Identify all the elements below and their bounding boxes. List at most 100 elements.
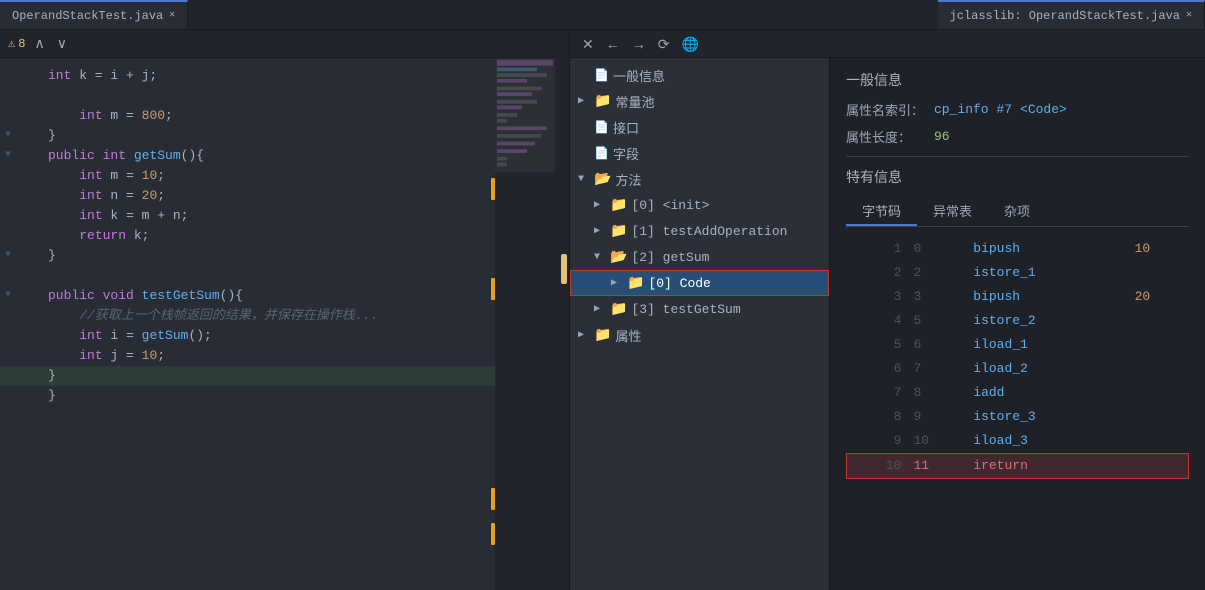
web-button[interactable]: 🌐 — [679, 37, 700, 51]
tab-jclasslib-close[interactable]: ✕ — [1186, 11, 1192, 21]
bc-arg-8 — [1129, 405, 1189, 429]
minimap — [495, 58, 555, 590]
folder-icon-constants: 📁 — [594, 93, 611, 110]
code-line-5: ▼ public int getSum(){ — [0, 146, 495, 166]
bc-row-6: 6 7 iload_2 — [847, 357, 1189, 381]
tab-bar: OperandStackTest.java ✕ jclasslib: Opera… — [0, 0, 1205, 30]
code-line-12: ▼ public void testGetSum(){ — [0, 286, 495, 306]
tree-item-code[interactable]: ▶ 📁 [0] Code — [570, 270, 829, 296]
tree-item-general[interactable]: 📄 一般信息 — [570, 62, 829, 88]
warning-icon: ⚠ — [8, 36, 15, 51]
tab-exception-table[interactable]: 异常表 — [917, 197, 988, 226]
bc-linenum-5: 5 — [847, 333, 908, 357]
bc-arg-5 — [1129, 333, 1189, 357]
bc-row-1: 1 0 bipush 10 — [847, 237, 1189, 261]
jclasslib-body: 📄 一般信息 ▶ 📁 常量池 📄 接口 � — [570, 58, 1205, 590]
bc-instr-9: iload_3 — [967, 429, 1128, 454]
bc-instr-3: bipush — [967, 285, 1128, 309]
tab-editor[interactable]: OperandStackTest.java ✕ — [0, 0, 188, 29]
tree-arrow-testgetsum: ▶ — [594, 303, 606, 315]
info-panel: 一般信息 属性名索引： cp_info #7 <Code> 属性长度： 96 特… — [830, 58, 1205, 590]
attr-len-value: 96 — [934, 129, 950, 144]
bc-arg-1: 10 — [1129, 237, 1189, 261]
tree-arrow-getsum: ▼ — [594, 252, 606, 263]
tab-editor-close[interactable]: ✕ — [169, 11, 175, 21]
code-content-9: return k; — [40, 226, 495, 246]
attr-name-label: 属性名索引： — [846, 100, 926, 119]
main-area: ⚠ 8 ∧ ∨ int k = i + j; int m = 800; — [0, 30, 1205, 590]
tree-label-testaddop: [1] testAddOperation — [631, 224, 787, 239]
code-line-2 — [0, 86, 495, 106]
file-icon-interface: 📄 — [594, 120, 609, 135]
tree-item-init[interactable]: ▶ 📁 [0] <init> — [570, 192, 829, 218]
bc-instr-1: bipush — [967, 237, 1128, 261]
code-line-16: } — [0, 366, 495, 386]
jclasslib-toolbar: ✕ ← → ⟳ 🌐 — [570, 30, 1205, 58]
general-info-title: 一般信息 — [846, 70, 1189, 90]
code-content-15: int j = 10; — [40, 346, 495, 366]
bc-linenum-3: 3 — [847, 285, 908, 309]
folder-icon-testgetsum: 📁 — [610, 301, 627, 318]
bc-row-3: 3 3 bipush 20 — [847, 285, 1189, 309]
attr-name-link[interactable]: <Code> — [1020, 102, 1067, 117]
bc-linenum-2: 2 — [847, 261, 908, 285]
prev-warning-button[interactable]: ∧ — [31, 35, 47, 52]
bc-instr-10: ireturn — [967, 454, 1128, 479]
refresh-button[interactable]: ⟳ — [656, 37, 672, 51]
fold-btn-10[interactable]: ▼ — [0, 246, 16, 266]
back-button[interactable]: ← — [604, 37, 622, 51]
tree-arrow-methods: ▼ — [578, 174, 590, 185]
tab-jclasslib[interactable]: jclasslib: OperandStackTest.java ✕ — [938, 0, 1205, 29]
bc-linenum-7: 7 — [847, 381, 908, 405]
bc-arg-4 — [1129, 309, 1189, 333]
bc-row-2: 2 2 istore_1 — [847, 261, 1189, 285]
tree-item-attrs[interactable]: ▶ 📁 属性 — [570, 322, 829, 348]
code-content-12: public void testGetSum(){ — [40, 286, 495, 306]
tab-bytecode[interactable]: 字节码 — [846, 197, 917, 226]
warning-count: 8 — [18, 37, 25, 51]
tree-label-attrs: 属性 — [615, 326, 641, 345]
tree-item-testgetsum[interactable]: ▶ 📁 [3] testGetSum — [570, 296, 829, 322]
tree-item-getsum[interactable]: ▼ 📂 [2] getSum — [570, 244, 829, 270]
forward-button[interactable]: → — [630, 37, 648, 51]
tree-item-methods[interactable]: ▼ 📂 方法 — [570, 166, 829, 192]
bc-instr-8: istore_3 — [967, 405, 1128, 429]
bc-arg-10 — [1129, 454, 1189, 479]
code-content-16: } — [40, 366, 495, 386]
tree-panel: 📄 一般信息 ▶ 📁 常量池 📄 接口 � — [570, 58, 830, 590]
tree-item-testaddop[interactable]: ▶ 📁 [1] testAddOperation — [570, 218, 829, 244]
tree-label-testgetsum: [3] testGetSum — [631, 302, 740, 317]
bc-linenum-1: 1 — [847, 237, 908, 261]
code-line-14: int i = getSum(); — [0, 326, 495, 346]
attr-len-row: 属性长度： 96 — [846, 127, 1189, 146]
fold-btn-4[interactable]: ▼ — [0, 126, 16, 146]
bc-instr-4: istore_2 — [967, 309, 1128, 333]
close-button[interactable]: ✕ — [580, 37, 596, 51]
next-warning-button[interactable]: ∨ — [54, 35, 70, 52]
code-line-4: ▼ } — [0, 126, 495, 146]
scrollbar-thumb[interactable] — [561, 254, 567, 284]
fold-btn-5[interactable]: ▼ — [0, 146, 16, 166]
bc-linenum-8: 8 — [847, 405, 908, 429]
tree-item-fields[interactable]: 📄 字段 — [570, 140, 829, 166]
code-content-1: int k = i + j; — [40, 66, 495, 86]
attr-name-value: cp_info #7 — [934, 102, 1012, 117]
tree-label-init: [0] <init> — [631, 198, 709, 213]
bc-offset-4: 5 — [907, 309, 967, 333]
scrollbar-track[interactable] — [555, 30, 569, 590]
code-content-10: } — [40, 246, 495, 266]
bc-offset-5: 6 — [907, 333, 967, 357]
code-area[interactable]: int k = i + j; int m = 800; ▼ } — [0, 58, 569, 590]
tab-misc[interactable]: 杂项 — [988, 197, 1046, 226]
tree-item-constants[interactable]: ▶ 📁 常量池 — [570, 88, 829, 114]
tree-label-constants: 常量池 — [615, 92, 654, 111]
tree-item-interface[interactable]: 📄 接口 — [570, 114, 829, 140]
code-content-6: int m = 10; — [40, 166, 495, 186]
bc-instr-6: iload_2 — [967, 357, 1128, 381]
code-content-8: int k = m + n; — [40, 206, 495, 226]
tab-jclasslib-label: jclasslib: OperandStackTest.java — [950, 9, 1180, 23]
code-line-10: ▼ } — [0, 246, 495, 266]
code-content-3: int m = 800; — [40, 106, 495, 126]
fold-btn-12[interactable]: ▼ — [0, 286, 16, 306]
attr-name-row: 属性名索引： cp_info #7 <Code> — [846, 100, 1189, 119]
